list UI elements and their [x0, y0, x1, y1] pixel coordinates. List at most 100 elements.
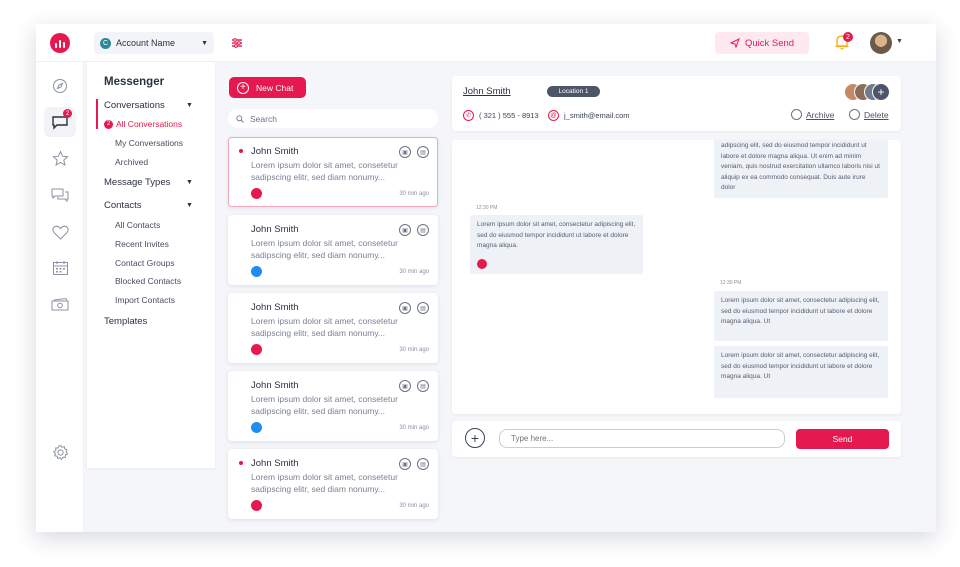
conversation-preview: Lorem ipsum dolor sit amet, consetetur s… — [251, 160, 398, 182]
chevron-down-icon[interactable]: ▼ — [186, 202, 193, 209]
nav-contact-groups[interactable]: Contact Groups — [115, 258, 175, 268]
conversation-preview: Lorem ipsum dolor sit amet, consetetur s… — [251, 238, 398, 260]
message-input[interactable] — [499, 429, 785, 448]
conversation-name: John Smith — [251, 224, 299, 235]
send-button[interactable]: Send — [796, 429, 889, 449]
nav-conversations[interactable]: Conversations — [104, 100, 165, 111]
add-attachment-icon[interactable]: + — [465, 428, 485, 448]
account-avatar: C — [100, 37, 111, 49]
account-selector[interactable]: C Account Name ▼ — [94, 32, 214, 54]
email-address: j_smith@email.com — [564, 111, 630, 120]
archive-icon[interactable]: ▣ — [399, 380, 411, 392]
add-participant-icon[interactable]: + — [872, 83, 890, 101]
chat-header: John Smith Location 1 ✆ ( 321 ) 555 - 89… — [452, 76, 901, 131]
conversation-card[interactable]: John Smith ▣ ▤ Lorem ipsum dolor sit amet, … — [228, 293, 438, 363]
message-thread: adipscing elit, sed do eiusmod tempor in… — [452, 140, 901, 414]
outgoing-message: Lorem ipsum dolor sit amet, consectetur … — [714, 291, 888, 341]
chat-icon[interactable]: 2 — [44, 107, 76, 137]
notifications-button[interactable]: 2 — [833, 32, 853, 53]
outgoing-message: Lorem ipsum dolor sit amet, consectetur … — [714, 346, 888, 398]
conversation-preview: Lorem ipsum dolor sit amet, consetetur s… — [251, 316, 398, 338]
incoming-message: Lorem ipsum dolor sit amet, consectetur … — [470, 215, 643, 274]
conversation-name: John Smith — [251, 302, 299, 313]
trash-icon[interactable]: ▤ — [417, 380, 429, 392]
quick-send-button[interactable]: Quick Send — [715, 32, 809, 54]
incoming-message-text: Lorem ipsum dolor sit amet, consectetur … — [477, 221, 636, 249]
message-composer: + Send — [452, 421, 901, 457]
conversation-card[interactable]: John Smith ▣ ▤ Lorem ipsum dolor sit amet, … — [228, 137, 438, 207]
conversation-card[interactable]: John Smith ▣ ▤ Lorem ipsum dolor sit amet, … — [228, 371, 438, 441]
conversation-preview: Lorem ipsum dolor sit amet, consetetur s… — [251, 394, 398, 416]
new-chat-button[interactable]: + New Chat — [229, 77, 306, 98]
archive-icon — [791, 109, 802, 120]
participants-avatars[interactable]: + — [844, 83, 892, 103]
phone-number: ( 321 ) 555 - 8913 — [479, 111, 539, 120]
heart-icon[interactable] — [50, 222, 70, 242]
nav-recent-invites[interactable]: Recent Invites — [115, 239, 169, 249]
quick-send-label: Quick Send — [744, 37, 795, 49]
conversation-time: 30 min ago — [399, 269, 429, 275]
account-name: Account Name — [116, 38, 176, 48]
app-logo-icon[interactable] — [50, 33, 70, 53]
location-badge: Location 1 — [547, 86, 600, 97]
chevron-down-icon[interactable]: ▼ — [896, 38, 903, 45]
send-icon — [729, 38, 740, 48]
user-avatar[interactable] — [870, 32, 892, 54]
sms-channel-icon — [477, 259, 487, 269]
plus-icon: + — [237, 81, 249, 94]
conversation-name: John Smith — [251, 146, 299, 157]
search-field[interactable]: Search — [228, 109, 438, 128]
nav-blocked-contacts[interactable]: Blocked Contacts — [115, 276, 181, 286]
search-placeholder: Search — [250, 113, 277, 124]
all-conversations-badge: 2 — [104, 119, 113, 129]
nav-all-conversations[interactable]: 2 All Conversations — [104, 119, 182, 129]
trash-icon[interactable]: ▤ — [417, 302, 429, 314]
archive-button[interactable]: Archive — [791, 109, 834, 120]
contact-email: @ j_smith@email.com — [548, 110, 630, 121]
nav-my-conversations[interactable]: My Conversations — [115, 138, 183, 148]
settings-icon[interactable] — [50, 442, 70, 462]
trash-icon — [849, 109, 860, 120]
conversation-time: 30 min ago — [399, 191, 429, 197]
nav-import-contacts[interactable]: Import Contacts — [115, 295, 175, 305]
trash-icon[interactable]: ▤ — [417, 146, 429, 158]
archive-icon[interactable]: ▣ — [399, 146, 411, 158]
conversation-name: John Smith — [251, 380, 299, 391]
archive-icon[interactable]: ▣ — [399, 458, 411, 470]
chevron-down-icon[interactable]: ▼ — [186, 102, 193, 109]
chevron-down-icon[interactable]: ▼ — [186, 179, 193, 186]
conversation-card[interactable]: John Smith ▣ ▤ Lorem ipsum dolor sit amet, … — [228, 449, 438, 519]
star-icon[interactable] — [50, 148, 70, 168]
nav-contacts[interactable]: Contacts — [104, 200, 142, 211]
messenger-app: C Account Name ▼ Quick Send 2 ▼ 2 Messen… — [36, 24, 936, 532]
calendar-icon[interactable] — [50, 258, 70, 278]
unread-dot — [239, 149, 243, 153]
notification-badge: 2 — [843, 32, 853, 42]
nav-all-contacts[interactable]: All Contacts — [115, 220, 160, 230]
phone-icon: ✆ — [463, 110, 474, 121]
sms-channel-icon — [251, 188, 262, 199]
filter-icon[interactable] — [230, 36, 244, 50]
archive-icon[interactable]: ▣ — [399, 302, 411, 314]
messenger-nav: Messenger Conversations ▼ 2 All Conversa… — [87, 62, 215, 468]
nav-message-types[interactable]: Message Types — [104, 177, 170, 188]
delete-label: Delete — [864, 109, 889, 120]
trash-icon[interactable]: ▤ — [417, 224, 429, 236]
trash-icon[interactable]: ▤ — [417, 458, 429, 470]
active-indicator — [96, 99, 98, 129]
nav-title: Messenger — [104, 76, 165, 88]
archive-icon[interactable]: ▣ — [399, 224, 411, 236]
messenger-channel-icon — [251, 266, 262, 277]
nav-templates[interactable]: Templates — [104, 316, 147, 327]
contact-name[interactable]: John Smith — [463, 86, 511, 97]
compass-icon[interactable] — [50, 76, 70, 96]
conversation-card[interactable]: John Smith ▣ ▤ Lorem ipsum dolor sit amet, … — [228, 215, 438, 285]
nav-archived[interactable]: Archived — [115, 157, 148, 167]
chevron-down-icon: ▼ — [201, 39, 208, 47]
message-timestamp: 12:30 PM — [476, 205, 498, 211]
comments-icon[interactable] — [50, 185, 70, 205]
chat-badge: 2 — [63, 109, 72, 118]
money-icon[interactable] — [50, 294, 70, 314]
delete-button[interactable]: Delete — [849, 109, 889, 120]
email-icon: @ — [548, 110, 559, 121]
